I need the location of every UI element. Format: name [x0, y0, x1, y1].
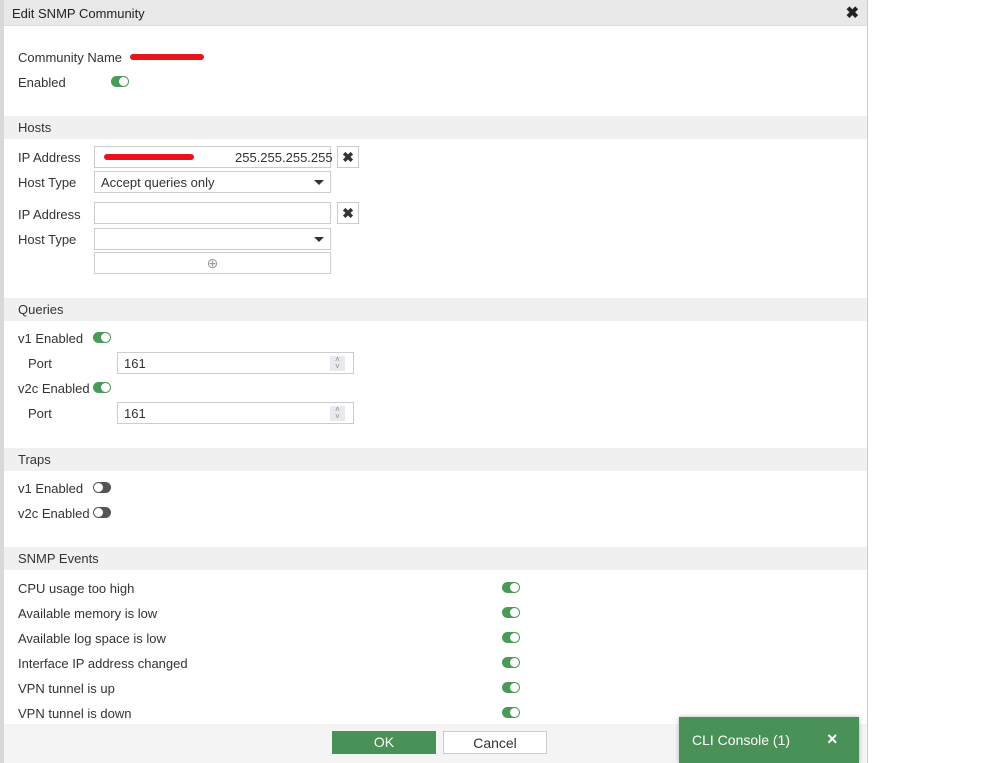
- event-toggle[interactable]: [502, 707, 520, 718]
- queries-v2c-label: v2c Enabled: [18, 381, 90, 396]
- event-label: VPN tunnel is up: [18, 681, 115, 696]
- port-label: Port: [28, 406, 52, 421]
- close-icon[interactable]: ✖: [846, 3, 859, 23]
- traps-v1-toggle[interactable]: [93, 482, 111, 493]
- remove-host-button[interactable]: ✖: [337, 202, 359, 224]
- event-label: Interface IP address changed: [18, 656, 188, 671]
- host-type-label: Host Type: [18, 175, 77, 190]
- plus-circle-icon: ⊕: [206, 255, 219, 271]
- host-type-label: Host Type: [18, 232, 77, 247]
- ok-button[interactable]: OK: [332, 731, 436, 754]
- event-label: CPU usage too high: [18, 581, 135, 596]
- v1-port-input[interactable]: 161 ˄ ˅: [117, 352, 354, 374]
- host-type-value: Accept queries only: [101, 175, 215, 190]
- hosts-title: Hosts: [18, 120, 52, 135]
- event-toggle[interactable]: [502, 607, 520, 618]
- close-icon[interactable]: ×: [827, 729, 838, 750]
- redacted-community-name: [130, 54, 204, 60]
- traps-v2c-label: v2c Enabled: [18, 506, 90, 521]
- ip-address-input[interactable]: [94, 202, 331, 224]
- ip-address-label: IP Address: [18, 150, 81, 165]
- event-toggle[interactable]: [502, 682, 520, 693]
- v2c-port-input[interactable]: 161 ˄ ˅: [117, 402, 354, 424]
- host-type-select[interactable]: [94, 228, 331, 250]
- dialog-titlebar: Edit SNMP Community ✖: [4, 0, 867, 26]
- event-toggle[interactable]: [502, 632, 520, 643]
- queries-v2c-toggle[interactable]: [93, 382, 111, 393]
- event-label: Available memory is low: [18, 606, 158, 621]
- snmp-events-title: SNMP Events: [18, 551, 99, 566]
- event-toggle[interactable]: [502, 582, 520, 593]
- spinner-icon[interactable]: ˄ ˅: [330, 356, 345, 371]
- queries-section-header: Queries: [4, 298, 867, 321]
- queries-v1-label: v1 Enabled: [18, 331, 84, 346]
- edit-snmp-community-dialog: Edit SNMP Community ✖ Community Name Ena…: [0, 0, 868, 763]
- port-label: Port: [28, 356, 52, 371]
- v2c-port-value: 161: [124, 406, 146, 421]
- queries-title: Queries: [18, 302, 64, 317]
- enabled-label: Enabled: [18, 75, 66, 90]
- add-host-button[interactable]: ⊕: [94, 252, 331, 274]
- event-label: Available log space is low: [18, 631, 166, 646]
- v1-port-value: 161: [124, 356, 146, 371]
- traps-title: Traps: [18, 452, 51, 467]
- snmp-events-section-header: SNMP Events: [4, 547, 867, 570]
- community-enabled-toggle[interactable]: [111, 76, 129, 87]
- dialog-title: Edit SNMP Community: [12, 6, 145, 21]
- spinner-icon[interactable]: ˄ ˅: [330, 406, 345, 421]
- community-name-label: Community Name: [18, 50, 123, 65]
- host-type-select[interactable]: Accept queries only: [94, 171, 331, 193]
- ip-address-label: IP Address: [18, 207, 81, 222]
- hosts-section-header: Hosts: [4, 116, 867, 139]
- traps-v1-label: v1 Enabled: [18, 481, 84, 496]
- traps-section-header: Traps: [4, 448, 867, 471]
- queries-v1-toggle[interactable]: [93, 332, 111, 343]
- ip-address-value: 255.255.255.255: [235, 150, 333, 165]
- cli-console-button[interactable]: CLI Console (1) ×: [679, 717, 859, 763]
- traps-v2c-toggle[interactable]: [93, 507, 111, 518]
- event-label: VPN tunnel is down: [18, 706, 132, 721]
- remove-host-button[interactable]: ✖: [337, 146, 359, 168]
- cli-console-label: CLI Console (1): [692, 732, 791, 748]
- cancel-button[interactable]: Cancel: [443, 731, 547, 754]
- redacted-ip: [104, 154, 194, 160]
- event-toggle[interactable]: [502, 657, 520, 668]
